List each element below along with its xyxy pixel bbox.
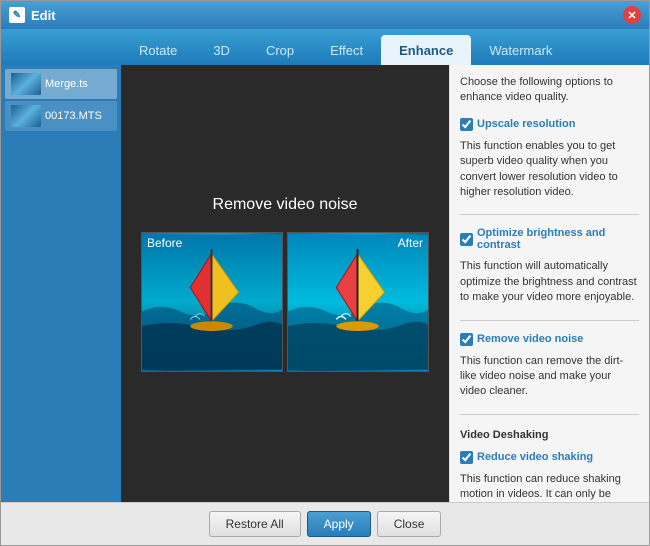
tab-watermark[interactable]: Watermark <box>471 35 570 65</box>
content-area: Merge.ts 00173.MTS Remove video noise Be… <box>1 65 649 502</box>
close-bottom-button[interactable]: Close <box>377 511 442 537</box>
noise-label[interactable]: Remove video noise <box>477 333 583 345</box>
brightness-desc: This function will automatically optimiz… <box>460 259 639 305</box>
upscale-desc: This function enables you to get superb … <box>460 139 639 201</box>
after-image <box>287 232 429 372</box>
apply-button[interactable]: Apply <box>307 511 371 537</box>
after-svg <box>288 233 428 371</box>
tab-crop[interactable]: Crop <box>248 35 312 65</box>
file-thumb-merge <box>11 73 41 95</box>
noise-desc: This function can remove the dirt-like v… <box>460 354 639 400</box>
tab-rotate[interactable]: Rotate <box>121 35 195 65</box>
title-bar: ✎ Edit ✕ <box>1 1 649 29</box>
divider-2 <box>460 320 639 321</box>
right-panel: Choose the following options to enhance … <box>449 65 649 502</box>
divider-1 <box>460 214 639 215</box>
file-label-merge: Merge.ts <box>45 78 88 90</box>
shaking-checkbox[interactable] <box>460 451 473 464</box>
preview-title: Remove video noise <box>213 196 358 214</box>
file-item-video[interactable]: 00173.MTS <box>5 101 117 131</box>
noise-row: Remove video noise <box>460 333 639 346</box>
brightness-row: Optimize brightness and contrast <box>460 227 639 251</box>
after-image-wrap: After <box>287 232 429 372</box>
upscale-label[interactable]: Upscale resolution <box>477 118 575 130</box>
tab-effect[interactable]: Effect <box>312 35 381 65</box>
bottom-buttons: Restore All Apply Close <box>1 502 649 545</box>
file-item-merge[interactable]: Merge.ts <box>5 69 117 99</box>
app-icon: ✎ <box>9 7 25 23</box>
file-label-video: 00173.MTS <box>45 110 102 122</box>
deshaking-header: Video Deshaking <box>460 429 639 441</box>
noise-checkbox[interactable] <box>460 333 473 346</box>
enhance-intro: Choose the following options to enhance … <box>460 75 639 106</box>
restore-all-button[interactable]: Restore All <box>209 511 301 537</box>
main-preview: Remove video noise Before <box>121 65 449 502</box>
edit-window: ✎ Edit ✕ Rotate 3D Crop Effect Enhance W… <box>0 0 650 546</box>
tab-3d[interactable]: 3D <box>195 35 248 65</box>
before-image <box>141 232 283 372</box>
before-svg <box>142 233 282 371</box>
brightness-checkbox[interactable] <box>460 233 473 246</box>
brightness-label[interactable]: Optimize brightness and contrast <box>477 227 639 251</box>
shaking-label[interactable]: Reduce video shaking <box>477 451 593 463</box>
shaking-desc: This function can reduce shaking motion … <box>460 472 639 502</box>
divider-3 <box>460 414 639 415</box>
window-title: Edit <box>31 8 623 23</box>
upscale-row: Upscale resolution <box>460 118 639 131</box>
preview-images: Before <box>141 232 429 372</box>
before-label: Before <box>147 236 182 250</box>
close-button[interactable]: ✕ <box>623 6 641 24</box>
file-thumb-video <box>11 105 41 127</box>
shaking-row: Reduce video shaking <box>460 451 639 464</box>
after-label: After <box>398 236 423 250</box>
tab-enhance[interactable]: Enhance <box>381 35 471 65</box>
upscale-checkbox[interactable] <box>460 118 473 131</box>
nav-tabs: Rotate 3D Crop Effect Enhance Watermark <box>1 29 649 65</box>
left-panel: Merge.ts 00173.MTS <box>1 65 121 502</box>
before-image-wrap: Before <box>141 232 283 372</box>
